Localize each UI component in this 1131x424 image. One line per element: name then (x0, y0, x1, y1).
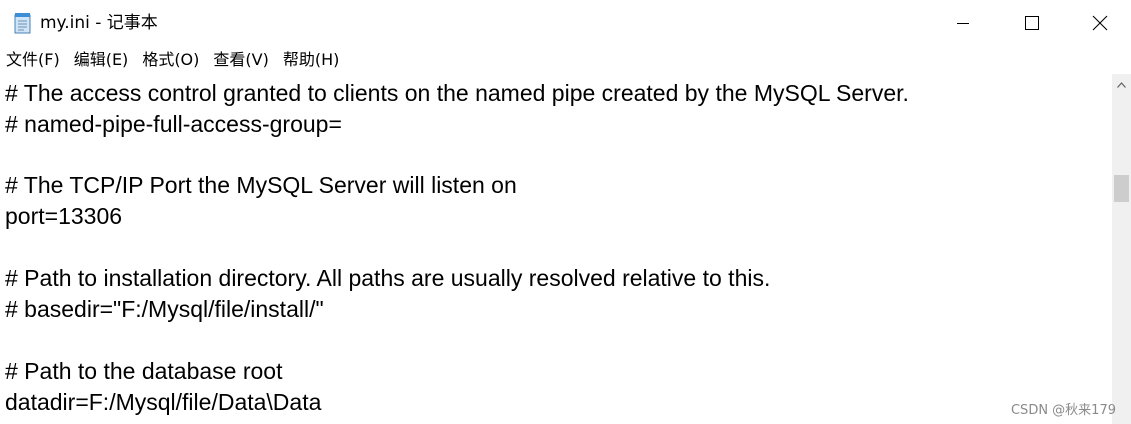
text-line: # The TCP/IP Port the MySQL Server will … (5, 172, 517, 198)
text-line: # named-pipe-full-access-group= (5, 111, 342, 137)
chevron-up-icon (1117, 81, 1126, 88)
window-title: my.ini - 记事本 (40, 13, 158, 33)
maximize-icon (1025, 16, 1039, 30)
text-editor[interactable]: # The access control granted to clients … (0, 74, 1112, 424)
text-line: # The access control granted to clients … (5, 80, 909, 106)
vertical-scrollbar[interactable] (1112, 74, 1131, 424)
watermark: CSDN @秋来179 (1010, 403, 1116, 418)
title-bar[interactable]: my.ini - 记事本 (0, 0, 1131, 46)
minimize-icon (957, 23, 969, 24)
maximize-button[interactable] (998, 0, 1066, 46)
menu-file[interactable]: 文件(F) (0, 46, 67, 74)
menu-edit[interactable]: 编辑(E) (67, 46, 136, 74)
close-button[interactable] (1068, 0, 1131, 46)
text-line: # Path to installation directory. All pa… (5, 265, 771, 291)
text-line: port=13306 (5, 203, 123, 229)
notepad-icon (14, 13, 31, 34)
menu-format[interactable]: 格式(O) (135, 46, 206, 74)
notepad-window: my.ini - 记事本 文件(F) 编辑(E) 格式(O) 查看(V) 帮助(… (0, 0, 1131, 424)
text-line: # Path to the database root (5, 358, 283, 384)
scroll-thumb[interactable] (1114, 175, 1129, 202)
minimize-button[interactable] (929, 0, 997, 46)
text-line: datadir=F:/Mysql/file/Data\Data (5, 389, 322, 415)
menu-help[interactable]: 帮助(H) (276, 46, 347, 74)
scroll-up-button[interactable] (1112, 74, 1131, 95)
menu-bar: 文件(F) 编辑(E) 格式(O) 查看(V) 帮助(H) (0, 46, 1131, 74)
text-line: # basedir="F:/Mysql/file/install/" (5, 296, 324, 322)
close-icon (1092, 15, 1107, 31)
menu-view[interactable]: 查看(V) (206, 46, 275, 74)
